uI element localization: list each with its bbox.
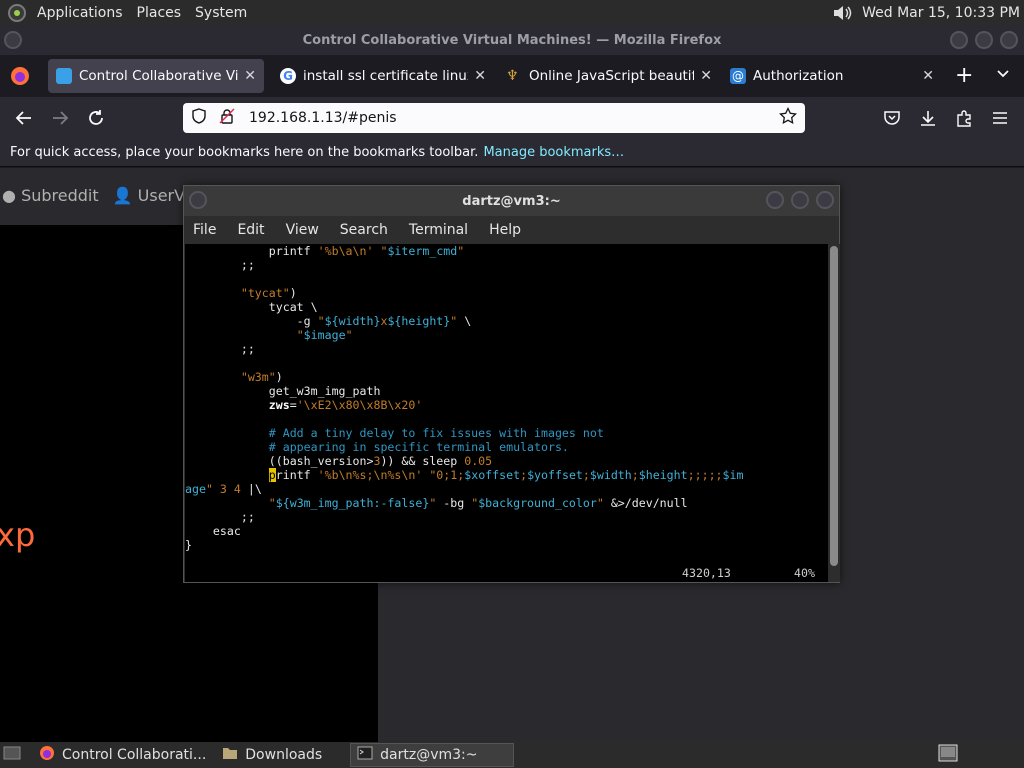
page-nav: ● Subreddit 👤 UserVM (2, 186, 199, 205)
terminal-window[interactable]: dartz@vm3:~ File Edit View Search Termin… (183, 185, 840, 583)
distro-logo-icon[interactable] (8, 3, 26, 22)
tab-js-beautifier[interactable]: ♆ Online JavaScript beautifier ✕ (498, 59, 720, 93)
at-sign-icon: @ (730, 68, 746, 84)
volume-icon[interactable] (832, 5, 854, 21)
navigation-toolbar: 192.168.1.13/#penis (0, 97, 1024, 139)
close-tab-icon[interactable]: ✕ (916, 68, 934, 84)
downloads-icon[interactable] (913, 103, 943, 133)
terminal-menubar: File Edit View Search Terminal Help (184, 216, 839, 244)
folder-icon (222, 746, 238, 764)
terminal-title: dartz@vm3:~ (462, 193, 561, 209)
terminal-titlebar[interactable]: dartz@vm3:~ (184, 186, 839, 216)
terminal-maximize-button[interactable] (791, 191, 809, 209)
window-title: Control Collaborative Virtual Machines! … (302, 32, 722, 48)
taskbar-downloads[interactable]: Downloads (216, 743, 328, 767)
terminal-screen[interactable]: printf '%b\a\n' "$iterm_cmd" ;; "tycat")… (185, 244, 828, 582)
top-panel: Applications Places System Wed Mar 15, 1… (0, 0, 1024, 25)
cursor-position: 4320,13 (682, 566, 731, 580)
terminal-menu-help[interactable]: Help (489, 222, 532, 238)
workspace-switcher-icon[interactable] (938, 744, 958, 766)
bookmarks-toolbar: For quick access, place your bookmarks h… (0, 139, 1024, 167)
terminal-menu-view[interactable]: View (286, 222, 330, 238)
partial-heading-text: xp (0, 516, 36, 554)
beautifier-icon: ♆ (506, 68, 519, 84)
tab-control-collaborative[interactable]: Control Collaborative Virtua ✕ (48, 59, 264, 93)
bookmark-star-icon[interactable] (779, 106, 797, 129)
close-window-button[interactable] (1000, 31, 1018, 49)
firefox-view-icon[interactable] (10, 66, 30, 90)
tab-strip: Control Collaborative Virtua ✕ G install… (0, 55, 1024, 97)
terminal-menu-search[interactable]: Search (340, 222, 399, 238)
vim-status-line: 4320,13 40% (185, 566, 828, 580)
url-text[interactable]: 192.168.1.13/#penis (249, 110, 397, 126)
back-arrow-icon[interactable] (9, 103, 39, 133)
terminal-minimize-button[interactable] (766, 191, 784, 209)
hamburger-menu-icon[interactable] (985, 103, 1015, 133)
firefox-titlebar: Control Collaborative Virtual Machines! … (0, 25, 1024, 55)
monitor-icon (56, 68, 72, 84)
nav-subreddit[interactable]: ● Subreddit (2, 186, 99, 205)
bottom-taskbar: Control Collaborati... Downloads dartz@v… (0, 742, 1024, 768)
menu-applications[interactable]: Applications (30, 5, 130, 21)
reddit-icon: ● (2, 186, 16, 205)
close-tab-icon[interactable]: ✕ (694, 68, 712, 84)
pocket-icon[interactable] (877, 103, 907, 133)
window-menu-button[interactable] (4, 31, 22, 49)
forward-arrow-icon[interactable] (45, 103, 75, 133)
clock[interactable]: Wed Mar 15, 10:33 PM (862, 5, 1020, 21)
terminal-close-button[interactable] (816, 191, 834, 209)
tab-install-ssl[interactable]: G install ssl certificate linux - G ✕ (272, 59, 494, 93)
terminal-scrollbar[interactable] (828, 244, 840, 582)
firefox-icon (39, 745, 55, 765)
minimize-button[interactable] (950, 31, 968, 49)
reload-icon[interactable] (81, 103, 111, 133)
close-tab-icon[interactable]: ✕ (468, 68, 486, 84)
terminal-icon (357, 746, 373, 764)
menu-places[interactable]: Places (130, 5, 189, 21)
bookmarks-hint-text: For quick access, place your bookmarks h… (10, 145, 479, 160)
taskbar-firefox[interactable]: Control Collaborati... (33, 743, 212, 767)
maximize-button[interactable] (975, 31, 993, 49)
tab-authorization[interactable]: @ Authorization ✕ (722, 59, 942, 93)
url-bar[interactable]: 192.168.1.13/#penis (183, 103, 805, 133)
close-tab-icon[interactable]: ✕ (238, 68, 256, 84)
code-line: printf '%b\a\n' "$iterm_cmd" (268, 244, 465, 258)
extensions-puzzle-icon[interactable] (949, 103, 979, 133)
terminal-menu-edit[interactable]: Edit (237, 222, 275, 238)
new-tab-plus-icon[interactable]: + (955, 63, 973, 88)
tracking-shield-icon[interactable] (191, 108, 207, 128)
user-icon: 👤 (112, 186, 133, 205)
manage-bookmarks-link[interactable]: Manage bookmarks… (483, 145, 624, 160)
terminal-menu-terminal[interactable]: Terminal (409, 222, 479, 238)
terminal-window-menu-button[interactable] (189, 191, 207, 209)
scroll-percent: 40% (794, 566, 815, 580)
terminal-menu-file[interactable]: File (193, 222, 227, 238)
tab-list-chevron-down-icon[interactable] (996, 66, 1010, 85)
scrollbar-thumb[interactable] (830, 246, 838, 566)
insecure-lock-icon[interactable] (219, 108, 235, 128)
menu-system[interactable]: System (188, 5, 254, 21)
taskbar-terminal[interactable]: dartz@vm3:~ (350, 743, 515, 767)
show-desktop-icon[interactable] (3, 745, 21, 765)
google-icon: G (280, 68, 296, 84)
